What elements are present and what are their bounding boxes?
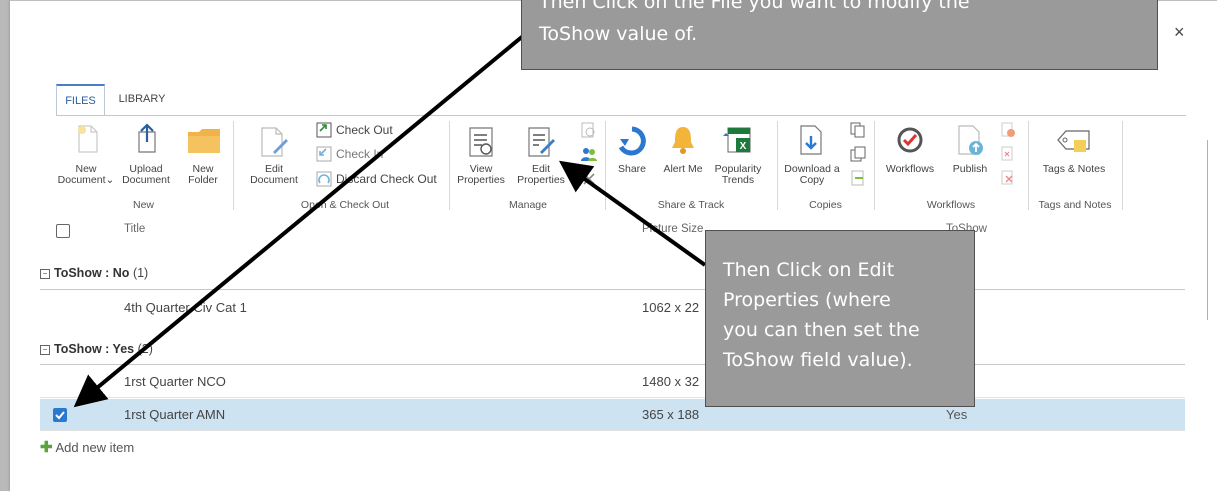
- callout-line: Then Click on the File you want to modif…: [539, 0, 970, 13]
- callout-line: you can then set the: [723, 319, 920, 341]
- callout-select-file: Then Click on the File you want to modif…: [521, 0, 1158, 70]
- callout-line: ToShow field value).: [723, 349, 913, 371]
- callout-line: ToShow value of.: [539, 23, 698, 45]
- annotation-arrows: [73, 34, 707, 408]
- callout-line: Properties (where: [723, 289, 891, 311]
- arrow-to-file: [73, 34, 525, 408]
- edge-line: [1207, 140, 1208, 320]
- callout-edit-properties: Then Click on Edit Properties (where you…: [705, 230, 975, 407]
- arrow-to-edit-properties: [558, 160, 707, 267]
- callout-line: Then Click on Edit: [723, 259, 895, 281]
